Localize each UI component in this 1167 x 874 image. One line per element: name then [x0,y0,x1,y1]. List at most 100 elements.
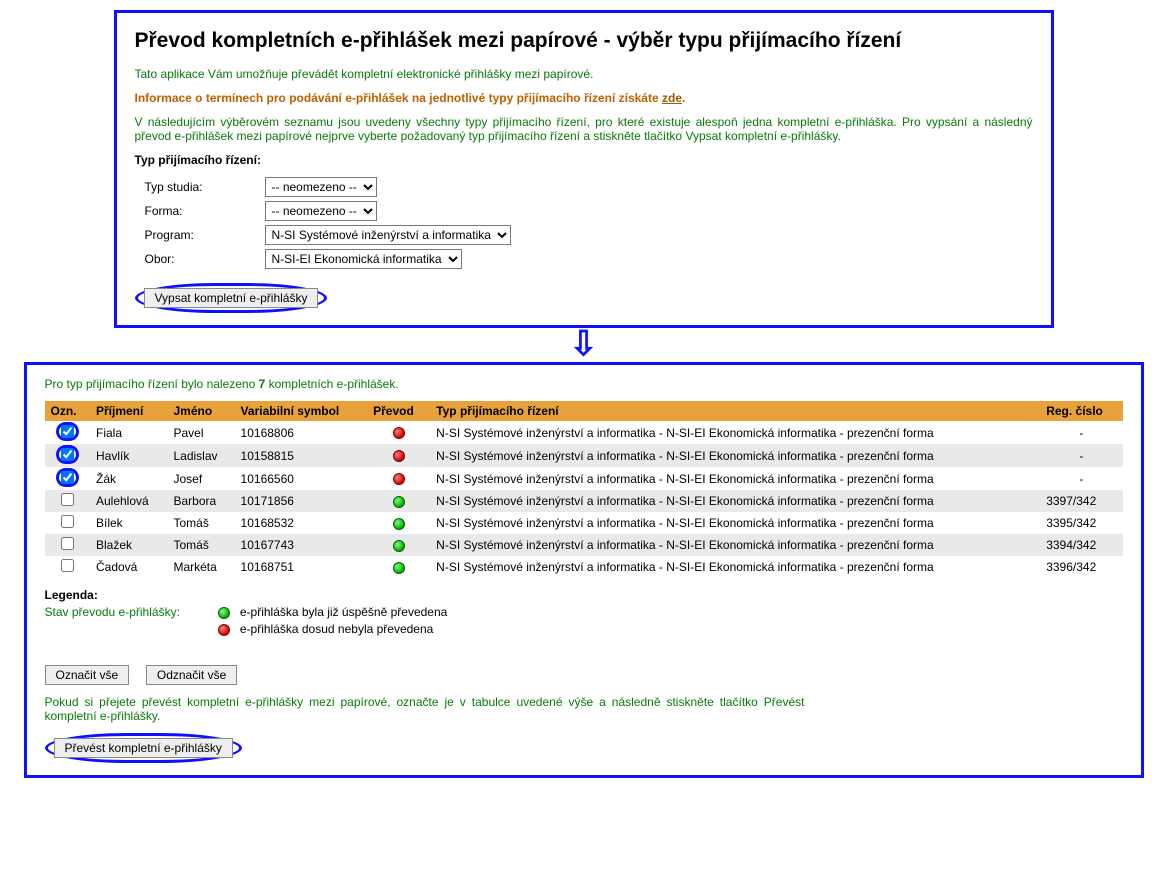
cell-reg: - [1040,444,1122,467]
cell-typ: N-SI Systémové inženýrství a informatika… [430,512,1040,534]
table-row: HavlíkLadislav10158815N-SI Systémové inž… [45,444,1123,467]
row-checkbox[interactable] [61,471,74,484]
intro-2-prefix: Informace o termínech pro podávání e-při… [135,91,662,105]
cell-jmeno: Markéta [167,556,234,578]
applications-table: Ozn. Příjmení Jméno Variabilní symbol Př… [45,401,1123,578]
col-prevod: Převod [367,401,430,421]
table-row: ČadováMarkéta10168751 N-SI Systémové inže… [45,556,1123,578]
table-row: FialaPavel10168806 N-SI Systémové inženýr… [45,421,1123,444]
cell-prevod [367,556,430,578]
flow-arrow: ⇩ [114,328,1054,362]
obor-select[interactable]: N-SI-EI Ekonomická informatika [265,249,462,269]
select-all-button[interactable]: Označit vše [45,665,130,685]
dot-green-icon [218,607,230,619]
cell-typ: N-SI Systémové inženýrství a informatika… [430,534,1040,556]
cell-typ: N-SI Systémové inženýrství a informatika… [430,444,1040,467]
highlight-ring-checkbox [56,468,79,487]
cell-jmeno: Pavel [167,421,234,444]
cell-reg: 3394/342 [1040,534,1122,556]
legend-row-green: Stav převodu e-přihlášky: e-přihláška by… [45,605,1123,619]
row-checkbox[interactable] [61,515,74,528]
dot-green-icon [393,518,405,530]
intro-text-2: Informace o termínech pro podávání e-při… [135,91,1033,105]
list-applications-button[interactable]: Vypsat kompletní e-přihlášky [144,288,319,308]
obor-label: Obor: [145,252,265,266]
cell-prevod [367,444,430,467]
cell-prijmeni: Žák [90,467,167,490]
cell-reg: - [1040,467,1122,490]
cell-jmeno: Josef [167,467,234,490]
forma-select[interactable]: -- neomezeno -- [265,201,377,221]
dot-green-icon [393,562,405,574]
row-checkbox[interactable] [61,425,74,438]
cell-prevod [367,421,430,444]
cell-reg: 3396/342 [1040,556,1122,578]
terms-link[interactable]: zde [662,91,682,105]
table-header-row: Ozn. Příjmení Jméno Variabilní symbol Př… [45,401,1123,421]
legend-green-text: e-přihláška byla již úspěšně převedena [240,605,447,619]
highlight-ring-checkbox [56,445,79,464]
cell-vs: 10158815 [235,444,368,467]
cell-typ: N-SI Systémové inženýrství a informatika… [430,467,1040,490]
result-suffix: kompletních e-přihlášek. [265,377,398,391]
cell-typ: N-SI Systémové inženýrství a informatika… [430,421,1040,444]
col-reg: Reg. číslo [1040,401,1122,421]
cell-vs: 10168751 [235,556,368,578]
cell-prevod [367,512,430,534]
legend-red-text: e-přihláška dosud nebyla převedena [240,622,433,636]
cell-prijmeni: Blažek [90,534,167,556]
cell-reg: 3395/342 [1040,512,1122,534]
cell-vs: 10168532 [235,512,368,534]
result-sentence: Pro typ přijímacího řízení bylo nalezeno… [45,377,1123,391]
col-ozn: Ozn. [45,401,90,421]
cell-prevod [367,490,430,512]
dot-red-icon [393,473,405,485]
deselect-all-button[interactable]: Odznačit vše [146,665,237,685]
cell-reg: - [1040,421,1122,444]
cell-prijmeni: Aulehlová [90,490,167,512]
highlight-ring-submit: Vypsat kompletní e-přihlášky [135,283,328,313]
dot-green-icon [393,540,405,552]
form-heading: Typ přijímacího řízení: [135,153,1033,167]
table-row: ŽákJosef10166560N-SI Systémové inženýrst… [45,467,1123,490]
cell-prevod [367,467,430,490]
col-prijmeni: Příjmení [90,401,167,421]
highlight-ring-checkbox [56,422,79,441]
intro-text-3: V následujícím výběrovém seznamu jsou uv… [135,115,1033,143]
cell-typ: N-SI Systémové inženýrství a informatika… [430,490,1040,512]
legend-status-label: Stav převodu e-přihlášky: [45,605,215,619]
row-checkbox[interactable] [61,537,74,550]
dot-red-icon [393,427,405,439]
cell-jmeno: Tomáš [167,534,234,556]
typ-studia-select[interactable]: -- neomezeno -- [265,177,377,197]
table-row: AulehlováBarbora10171856N-SI Systémové i… [45,490,1123,512]
convert-applications-button[interactable]: Převést kompletní e-přihlášky [54,738,233,758]
program-label: Program: [145,228,265,242]
cell-typ: N-SI Systémové inženýrství a informatika… [430,556,1040,578]
forma-label: Forma: [145,204,265,218]
col-typ: Typ přijímacího řízení [430,401,1040,421]
dot-green-icon [393,496,405,508]
cell-prijmeni: Čadová [90,556,167,578]
cell-reg: 3397/342 [1040,490,1122,512]
row-checkbox[interactable] [61,493,74,506]
intro-text-1: Tato aplikace Vám umožňuje převádět komp… [135,67,1033,81]
intro-2-suffix: . [682,91,685,105]
cell-prijmeni: Fiala [90,421,167,444]
col-vs: Variabilní symbol [235,401,368,421]
highlight-ring-convert: Převést kompletní e-přihlášky [45,733,242,763]
cell-vs: 10168806 [235,421,368,444]
row-checkbox[interactable] [61,559,74,572]
top-panel: Převod kompletních e-přihlášek mezi papí… [114,10,1054,328]
table-row: BlažekTomáš10167743N-SI Systémové inžený… [45,534,1123,556]
footer-text: Pokud si přejete převést kompletní e-při… [45,695,805,723]
result-prefix: Pro typ přijímacího řízení bylo nalezeno [45,377,259,391]
row-checkbox[interactable] [61,448,74,461]
bottom-panel: Pro typ přijímacího řízení bylo nalezeno… [24,362,1144,778]
program-select[interactable]: N-SI Systémové inženýrství a informatika [265,225,511,245]
cell-jmeno: Ladislav [167,444,234,467]
typ-studia-label: Typ studia: [145,180,265,194]
cell-jmeno: Tomáš [167,512,234,534]
legend-row-red: e-přihláška dosud nebyla převedena [45,622,1123,636]
cell-prijmeni: Bílek [90,512,167,534]
